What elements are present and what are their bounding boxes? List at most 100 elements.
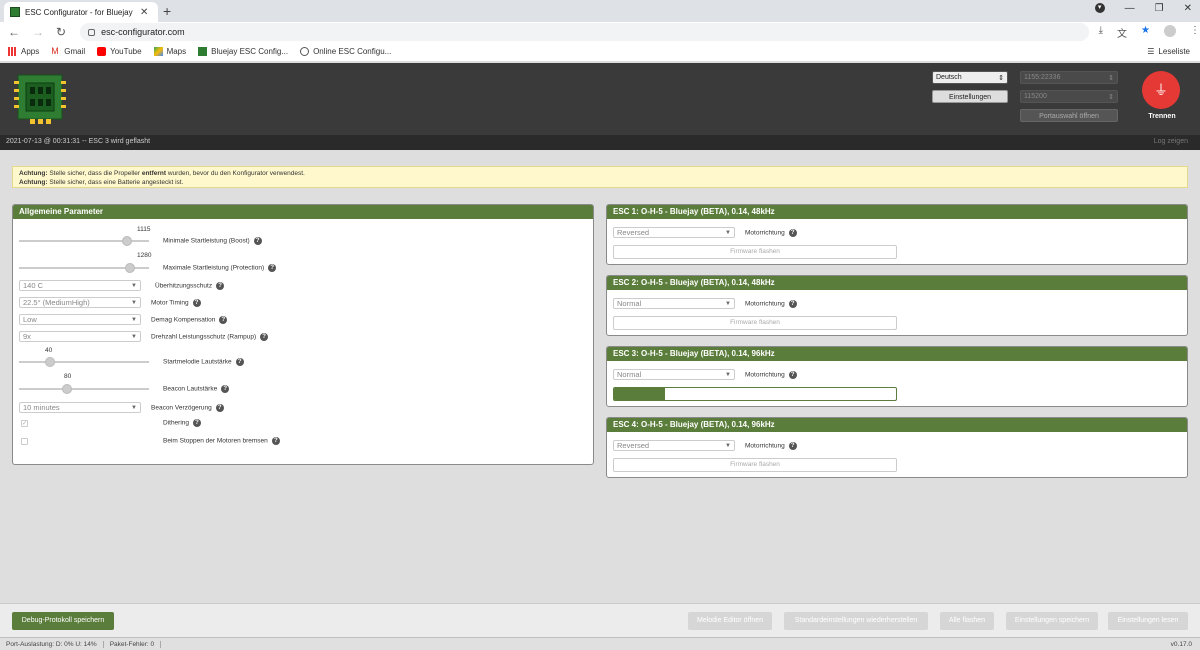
help-icon[interactable]: ? — [788, 229, 797, 237]
new-tab-icon[interactable]: + — [163, 3, 171, 19]
browser-tab[interactable]: ESC Configurator - for Bluejay ✕ — [4, 2, 158, 22]
slider-thumb[interactable] — [122, 236, 133, 246]
reading-list[interactable]: ☰ Leseliste — [1147, 47, 1190, 56]
bookmark-gmail[interactable]: M Gmail — [51, 47, 85, 57]
melody-volume-label: Startmelodie Lautstärke? — [163, 358, 244, 366]
flash-firmware-button[interactable]: Firmware flashen — [613, 458, 897, 472]
disconnect-button[interactable]: ⏚ Trennen — [1142, 71, 1182, 129]
rampup-select[interactable]: 9x ▼ — [19, 331, 141, 342]
bluejay-favicon-icon — [198, 47, 208, 56]
demag-select[interactable]: Low ▼ — [19, 314, 141, 325]
settings-button[interactable]: Einstellungen — [932, 90, 1008, 103]
port-select[interactable]: 1155:22336 ⇕ — [1020, 71, 1118, 84]
help-icon[interactable]: ? — [788, 371, 797, 379]
port-open-button[interactable]: Portauswahl öffnen — [1020, 109, 1118, 122]
read-settings-button[interactable]: Einstellungen lesen — [1108, 612, 1188, 630]
dithering-label: Dithering? — [163, 419, 202, 427]
footer: Port-Auslastung: D: 0% U: 14% Paket-Fehl… — [0, 637, 1200, 650]
brake-on-stop-checkbox[interactable] — [21, 438, 28, 445]
language-select[interactable]: Deutsch ⇕ — [932, 71, 1008, 84]
download-icon[interactable]: ⤓ — [1099, 25, 1103, 40]
startup-protection-slider[interactable] — [19, 263, 149, 273]
url-field[interactable]: esc-configurator.com — [80, 23, 1089, 41]
beacon-delay-label: Beacon Verzögerung? — [151, 403, 224, 412]
beacon-volume-slider[interactable] — [19, 384, 149, 394]
bookmark-maps[interactable]: Maps — [153, 47, 186, 56]
flash-all-button[interactable]: Alle flashen — [940, 612, 994, 630]
minimize-icon[interactable]: — — [1125, 3, 1135, 14]
motor-direction-select[interactable]: Normal ▼ — [613, 369, 735, 380]
reload-icon[interactable]: ↻ — [56, 25, 66, 39]
melody-editor-button[interactable]: Melodie Editor öffnen — [688, 612, 772, 630]
window-controls: ▾ — ❐ ✕ — [1094, 3, 1192, 14]
help-icon[interactable]: ? — [271, 437, 280, 445]
dithering-checkbox[interactable]: ✓ — [21, 420, 28, 427]
globe-icon — [300, 47, 310, 56]
help-icon[interactable]: ? — [219, 315, 228, 324]
port-usage: Port-Auslastung: D: 0% U: 14% — [0, 640, 104, 648]
bookmark-apps[interactable]: Apps — [8, 47, 39, 56]
packet-errors: Paket-Fehler: 0 — [104, 640, 162, 648]
chevron-down-icon: ▼ — [725, 442, 731, 449]
warning-box: Achtung: Stelle sicher, dass die Propell… — [12, 166, 1188, 188]
baud-select[interactable]: 115200 ⇕ — [1020, 90, 1118, 103]
help-icon[interactable]: ? — [788, 300, 797, 308]
help-icon[interactable]: ? — [216, 281, 225, 290]
melody-volume-value: 40 — [45, 347, 53, 354]
profile-avatar-icon[interactable] — [1164, 24, 1176, 37]
flash-firmware-button[interactable]: Firmware flashen — [613, 245, 897, 259]
help-icon[interactable]: ? — [192, 298, 201, 307]
melody-volume-slider[interactable] — [19, 357, 149, 367]
help-icon[interactable]: ? — [193, 419, 202, 427]
close-window-icon[interactable]: ✕ — [1184, 3, 1192, 14]
motor-direction-select[interactable]: Normal ▼ — [613, 298, 735, 309]
chevron-down-icon: ▼ — [131, 282, 137, 289]
restore-icon[interactable]: ❐ — [1155, 3, 1164, 14]
show-log-button[interactable]: Log zeigen — [1154, 138, 1188, 145]
address-bar-row: ← → ↻ esc-configurator.com ⤓ 文 ★ ⋮ — [0, 22, 1200, 42]
chevron-down-icon: ▼ — [725, 229, 731, 236]
save-settings-button[interactable]: Einstellungen speichern — [1006, 612, 1098, 630]
maps-icon — [153, 47, 163, 56]
help-icon[interactable]: ? — [221, 385, 230, 393]
panel-title: Allgemeine Parameter — [13, 205, 593, 219]
temperature-select[interactable]: 140 C ▼ — [19, 280, 141, 291]
bookmark-star-icon[interactable]: ★ — [1141, 25, 1150, 40]
action-bar: Debug-Protokoll speichern Melodie Editor… — [0, 603, 1200, 637]
lock-icon — [88, 28, 96, 36]
restore-defaults-button[interactable]: Standardeinstellungen wiederherstellen — [784, 612, 928, 630]
help-icon[interactable]: ? — [788, 442, 797, 450]
close-tab-icon[interactable]: ✕ — [140, 7, 148, 18]
tab-search-icon[interactable]: ▾ — [1094, 3, 1105, 13]
save-debug-log-button[interactable]: Debug-Protokoll speichern — [12, 612, 114, 630]
back-icon[interactable]: ← — [8, 25, 20, 39]
flash-firmware-button[interactable]: Firmware flashen — [613, 316, 897, 330]
help-icon[interactable]: ? — [235, 358, 244, 366]
help-icon[interactable]: ? — [215, 403, 224, 412]
tab-title: ESC Configurator - for Bluejay — [25, 7, 133, 17]
motor-direction-label: Motorrichtung? — [745, 229, 797, 237]
help-icon[interactable]: ? — [268, 264, 277, 272]
beacon-delay-select[interactable]: 10 minutes ▼ — [19, 402, 141, 413]
esc-logo-icon — [14, 74, 66, 124]
bookmark-youtube[interactable]: YouTube — [97, 47, 142, 56]
bookmark-bluejay[interactable]: Bluejay ESC Config... — [198, 47, 288, 56]
motor-direction-select[interactable]: Reversed ▼ — [613, 440, 735, 451]
chevron-down-icon: ▼ — [725, 371, 731, 378]
startup-boost-slider[interactable] — [19, 236, 149, 246]
slider-thumb[interactable] — [62, 384, 73, 394]
motor-direction-select[interactable]: Reversed ▼ — [613, 227, 735, 238]
slider-thumb[interactable] — [124, 263, 135, 273]
forward-icon[interactable]: → — [32, 25, 44, 39]
rampup-label: Drehzahl Leistungsschutz (Rampup)? — [151, 332, 269, 341]
help-icon[interactable]: ? — [260, 332, 269, 341]
disconnect-label: Trennen — [1148, 113, 1176, 120]
help-icon[interactable]: ? — [253, 237, 262, 245]
menu-kebab-icon[interactable]: ⋮ — [1190, 25, 1200, 40]
slider-thumb[interactable] — [45, 357, 56, 367]
timing-select[interactable]: 22.5° (MediumHigh) ▼ — [19, 297, 141, 308]
updown-icon: ⇕ — [998, 74, 1004, 82]
translate-icon[interactable]: 文 — [1117, 25, 1127, 40]
startup-boost-label: Minimale Startleistung (Boost)? — [163, 237, 262, 245]
bookmark-online-esc[interactable]: Online ESC Configu... — [300, 47, 391, 56]
